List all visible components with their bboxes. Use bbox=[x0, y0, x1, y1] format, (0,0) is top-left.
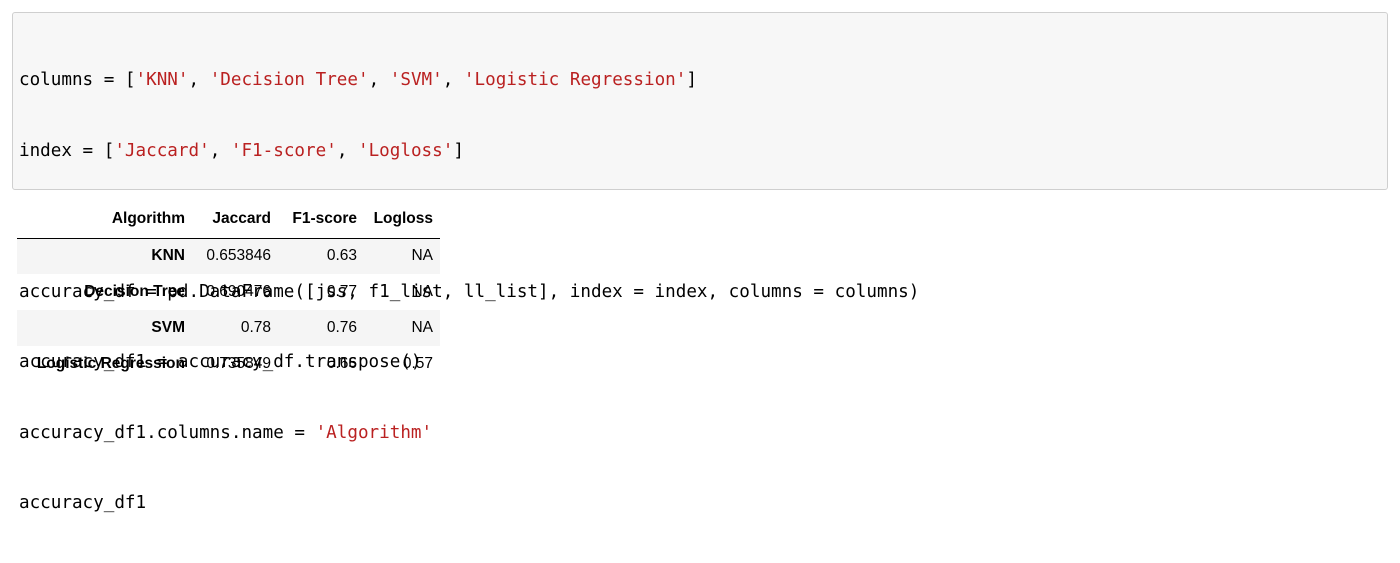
code-cell-input[interactable]: columns = ['KNN', 'Decision Tree', 'SVM'… bbox=[12, 12, 1388, 513]
row-index-label: SVM bbox=[151, 319, 185, 336]
table-cell: 0.76 bbox=[326, 319, 357, 336]
code-line: accuracy_df1 bbox=[19, 492, 919, 516]
code-line: accuracy_df1.columns.name = 'Algorithm' bbox=[19, 422, 919, 446]
cell-output: Algorithm Jaccard F1-score Logloss KNN 0… bbox=[17, 201, 440, 382]
table-cell: 0.735849 bbox=[206, 355, 271, 372]
code-string-token: 'Logloss' bbox=[358, 140, 454, 161]
column-header-logloss: Logloss bbox=[364, 201, 440, 239]
code-string-token: 'SVM' bbox=[389, 70, 443, 90]
table-row: SVM 0.78 0.76 NA bbox=[17, 310, 440, 346]
code-token: accuracy_df1.columns.name = bbox=[19, 422, 316, 443]
code-string-token: 'F1-score' bbox=[230, 140, 337, 161]
table-cell: NA bbox=[411, 319, 433, 336]
table-row: KNN 0.653846 0.63 NA bbox=[17, 238, 440, 274]
columns-name-header: Algorithm bbox=[17, 201, 192, 239]
code-line: columns = ['KNN', 'Decision Tree', 'SVM'… bbox=[19, 69, 919, 93]
table-cell: 0.57 bbox=[402, 355, 433, 372]
dataframe-table: Algorithm Jaccard F1-score Logloss KNN 0… bbox=[17, 201, 440, 382]
column-header-jaccard: Jaccard bbox=[192, 201, 278, 239]
code-token: , bbox=[188, 70, 210, 90]
code-string-token: 'KNN' bbox=[135, 70, 189, 90]
table-cell: 0.690476 bbox=[206, 283, 271, 300]
table-header-row: Algorithm Jaccard F1-score Logloss bbox=[17, 201, 440, 239]
code-line: index = ['Jaccard', 'F1-score', 'Logloss… bbox=[19, 140, 919, 164]
code-token: accuracy_df1 bbox=[19, 493, 147, 513]
code-token: , bbox=[336, 140, 358, 161]
table-cell: NA bbox=[411, 283, 433, 300]
row-index-label: Decision Tree bbox=[84, 283, 185, 300]
code-token: ] bbox=[453, 140, 464, 161]
column-header-f1-score: F1-score bbox=[278, 201, 364, 239]
code-token: columns = [ bbox=[19, 70, 136, 90]
code-token: , bbox=[442, 70, 464, 90]
table-row: Decision Tree 0.690476 0.77 NA bbox=[17, 274, 440, 310]
code-token: , bbox=[368, 70, 390, 90]
code-token: ] bbox=[686, 70, 697, 90]
code-string-token: 'Jaccard' bbox=[114, 140, 210, 161]
code-string-token: 'Logistic Regression' bbox=[463, 70, 687, 90]
code-string-token: 'Algorithm' bbox=[315, 422, 433, 443]
table-cell: NA bbox=[411, 247, 433, 265]
table-cell: 0.77 bbox=[326, 283, 357, 300]
table-cell: 0.653846 bbox=[206, 247, 271, 265]
code-token: index = [ bbox=[19, 140, 115, 161]
table-cell: 0.78 bbox=[240, 319, 271, 336]
table-cell: 0.63 bbox=[326, 247, 357, 265]
table-cell: 0.66 bbox=[326, 355, 357, 372]
row-index-label: KNN bbox=[151, 247, 185, 265]
row-index-label: Logistic Regression bbox=[36, 355, 185, 372]
code-token: , bbox=[209, 140, 231, 161]
table-row: Logistic Regression 0.735849 0.66 0.57 bbox=[17, 346, 440, 382]
code-string-token: 'Decision Tree' bbox=[209, 70, 369, 90]
